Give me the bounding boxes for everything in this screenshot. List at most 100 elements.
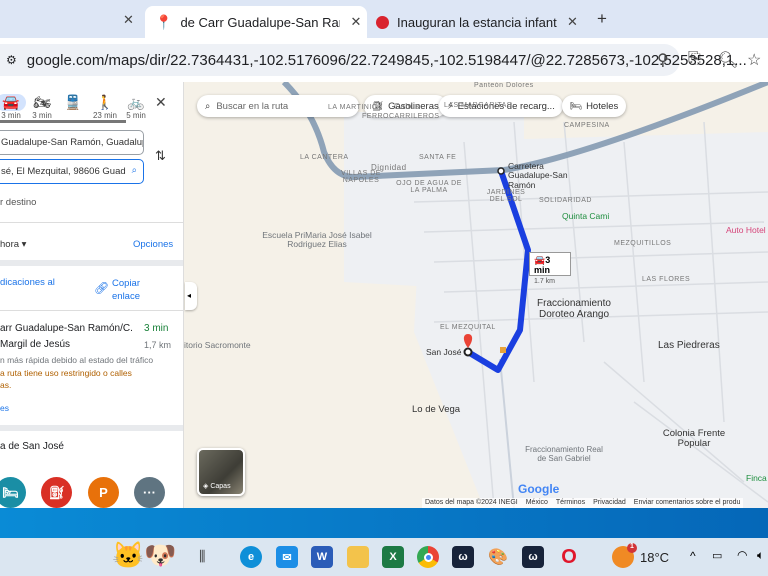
map-label: LA MARTINICA	[328, 104, 383, 111]
place-label[interactable]: Auto Hotel	[726, 225, 766, 235]
place-label[interactable]: Fraccionamiento Real de San Gabriel	[524, 445, 604, 464]
url-input[interactable]: ⚙ google.com/maps/dir/22.7364431,-102.51…	[0, 44, 747, 76]
map-label: OJO DE AGUA DE LA PALMA	[396, 180, 462, 195]
mail-icon[interactable]: ✉	[276, 546, 298, 568]
tab-bar: ✕ 📍 de Carr Guadalupe-San Ramón ✕ Inaugu…	[0, 0, 768, 38]
parking-icon[interactable]: P	[88, 477, 119, 508]
mode-transit[interactable]: 🚆	[58, 94, 88, 111]
wifi-icon[interactable]: ◠	[737, 548, 747, 562]
search-icon: ⌕	[205, 100, 211, 112]
map-label: JARDINES DEL SOL	[486, 189, 526, 204]
address-bar: ⚙ google.com/maps/dir/22.7364431,-102.51…	[0, 38, 768, 82]
install-icon[interactable]: ⎘	[688, 50, 701, 68]
gas-icon[interactable]: ⛽︎	[41, 477, 72, 508]
divider	[0, 260, 183, 266]
close-directions-icon[interactable]: ✕	[155, 94, 167, 111]
route-info-box[interactable]: 🚘3 min 1.7 km	[529, 252, 571, 285]
origin-input[interactable]: Guadalupe-San Ramón, Guadalupe,	[0, 130, 144, 155]
search-icon[interactable]: ⌕	[132, 165, 137, 176]
mode-car[interactable]: 🚘 3 min	[0, 94, 26, 120]
new-tab-button[interactable]: +	[597, 9, 607, 29]
motorcycle-icon: 🏍	[33, 94, 51, 110]
location-icon[interactable]: ⚲	[657, 50, 669, 70]
map-label: LA CANTERA	[300, 154, 349, 161]
map-label: LAS MARGARITAS	[444, 102, 512, 109]
layers-icon: ◈ Capas	[203, 483, 231, 490]
temperature[interactable]: 18°C	[640, 550, 669, 565]
taskbar: 🐱🐶 ⫼ e ✉ W X ω 🎨 ω O 1 18°C ^ ▭ ◠ 🔈︎	[0, 538, 768, 576]
volume-icon[interactable]: 🔈︎	[757, 548, 764, 563]
desktop-wallpaper	[0, 508, 768, 538]
task-view-icon[interactable]: ⫼	[199, 548, 205, 565]
site-info-icon: ⚙	[6, 53, 17, 67]
car-icon: 🚘	[534, 255, 546, 265]
transit-icon: 🚆	[64, 94, 82, 110]
layers-button[interactable]: ◈ Capas	[197, 448, 245, 496]
mode-bicycle[interactable]: 🚲 5 min	[121, 94, 151, 120]
send-directions-link[interactable]: dicaciones al	[0, 277, 55, 288]
tab-maps[interactable]: 📍 de Carr Guadalupe-San Ramón ✕	[145, 6, 367, 38]
car-icon: 🚘	[0, 94, 26, 111]
weather-icon[interactable]: 1	[612, 543, 637, 568]
add-destination[interactable]: r destino	[0, 197, 36, 208]
copy-link-button[interactable]: Copiar enlace	[112, 277, 152, 303]
mode-walk[interactable]: 🚶 23 min	[90, 94, 120, 120]
site-favicon-icon	[376, 15, 389, 29]
place-label[interactable]: itorio Sacromonte	[184, 340, 251, 350]
zoom-icon[interactable]: 🔍︎	[718, 50, 738, 70]
mode-motorcycle[interactable]: 🏍 3 min	[27, 94, 57, 120]
maps-pin-icon: 📍	[155, 13, 173, 30]
place-label: San José	[426, 347, 462, 357]
chrome-icon[interactable]	[417, 546, 439, 568]
excel-icon[interactable]: X	[382, 546, 404, 568]
webex-icon[interactable]: ω	[452, 546, 474, 568]
close-tab-icon[interactable]: ✕	[350, 14, 361, 30]
destination-input[interactable]: sé, El Mezquital, 98606 Guad ⌕	[0, 159, 144, 184]
place-label[interactable]: Escuela PriMaria José Isabel Rodriguez E…	[262, 230, 372, 250]
widget-pets-icon[interactable]: 🐱🐶	[112, 540, 177, 571]
details-link[interactable]: es	[0, 403, 9, 413]
chevron-up-icon[interactable]: ^	[690, 549, 696, 563]
bicycle-icon: 🚲	[127, 94, 145, 110]
route-time: 3 min	[144, 323, 169, 334]
walk-icon: 🚶	[96, 94, 114, 110]
edge-icon[interactable]: e	[240, 546, 262, 568]
google-logo: Google	[518, 482, 560, 496]
webex-icon[interactable]: ω	[522, 546, 544, 568]
map-label: LAS FLORES	[642, 276, 691, 283]
map-label: EL MEZQUITAL	[440, 324, 496, 331]
map-canvas[interactable]: ⌕ Buscar en la ruta ⛽︎ Gasolineras ⚡︎ Estac…	[184, 82, 768, 508]
map-footer: Datos del mapa ©2024 INEGI México Términos…	[422, 498, 744, 508]
opera-icon[interactable]: O	[558, 546, 580, 568]
hotel-icon[interactable]: 🛏	[0, 477, 26, 508]
place-label: Carretera Guadalupe-San Ramón	[508, 161, 568, 190]
map-label: Panteón Dolores	[474, 82, 534, 89]
word-icon[interactable]: W	[311, 546, 333, 568]
tab-news[interactable]: Inauguran la estancia infantil R ✕	[376, 6, 616, 38]
battery-icon[interactable]: ▭	[712, 549, 722, 562]
close-tab-icon[interactable]: ✕	[123, 12, 134, 28]
map-label: FERROCARRILEROS	[362, 113, 440, 120]
file-explorer-icon[interactable]	[347, 546, 369, 568]
divider	[0, 310, 183, 311]
close-tab-icon[interactable]: ✕	[567, 14, 578, 30]
more-icon[interactable]: ···	[134, 477, 165, 508]
hotel-icon: 🛏	[570, 100, 583, 112]
place-label: Finca	[746, 473, 767, 483]
options-button[interactable]: Opciones	[133, 239, 173, 250]
swap-icon[interactable]: ⇅	[155, 148, 166, 164]
map-label: CAMPESINA	[564, 122, 610, 129]
mode-indicator	[0, 120, 126, 123]
map-label: SANTA FE	[419, 154, 457, 161]
chip-hotels[interactable]: 🛏 Hoteles	[562, 95, 627, 117]
collapse-panel-button[interactable]: ◂	[185, 282, 197, 310]
map-label: MEZQUITILLOS	[614, 240, 672, 247]
link-icon: 🔗︎	[94, 281, 110, 295]
place-label: Colonia Frente Popular	[662, 428, 726, 450]
nearby-heading: a de San José	[0, 441, 64, 452]
paint-icon[interactable]: 🎨	[487, 546, 509, 568]
bookmark-star-icon[interactable]: ☆	[747, 50, 761, 70]
divider	[0, 222, 183, 223]
depart-time-select[interactable]: hora ▾	[0, 239, 26, 250]
place-label[interactable]: Quinta Cami	[562, 211, 609, 221]
